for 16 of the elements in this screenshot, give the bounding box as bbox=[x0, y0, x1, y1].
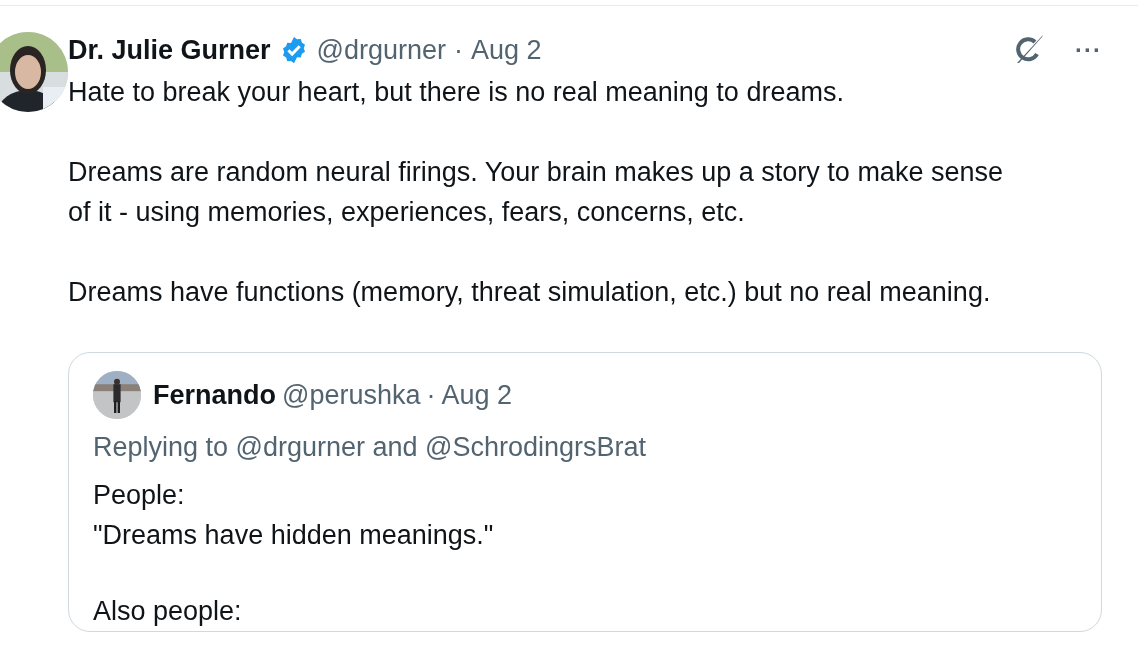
tweet-paragraph: Dreams are random neural firings. Your brain makes up a story to make sense of it - using memories, experiences, fears, concerns, etc. bbox=[68, 156, 1004, 229]
more-button[interactable]: ··· bbox=[1075, 32, 1102, 68]
quoted-tweet-card[interactable]: Fernando @perushka · Aug 2 Replying to @drgurner and @SchrodingrsBrat People: "Dreams have hidden meanings." Also people: bbox=[68, 352, 1102, 632]
separator-dot: · bbox=[454, 34, 464, 67]
replying-to: Replying to @drgurner and @SchrodingrsBrat bbox=[93, 431, 648, 464]
post-date[interactable]: Aug 2 bbox=[441, 377, 513, 413]
tweet-paragraph: Hate to break your heart, but there is no real meaning to dreams. bbox=[68, 76, 845, 109]
author-handle[interactable]: @perushka bbox=[282, 377, 421, 413]
tweet-paragraph: Dreams have functions (memory, threat simulation, etc.) but no real meaning. bbox=[68, 276, 992, 309]
separator-dot: · bbox=[426, 379, 436, 412]
author-handle[interactable]: @drgurner bbox=[316, 32, 447, 68]
author-name[interactable]: Dr. Julie Gurner bbox=[68, 32, 271, 68]
author-name[interactable]: Fernando bbox=[153, 377, 276, 413]
quote-paragraph: People: "Dreams have hidden meanings." bbox=[93, 479, 495, 552]
quote-paragraph: Also people: bbox=[93, 595, 243, 628]
post-date[interactable]: Aug 2 bbox=[471, 32, 542, 68]
